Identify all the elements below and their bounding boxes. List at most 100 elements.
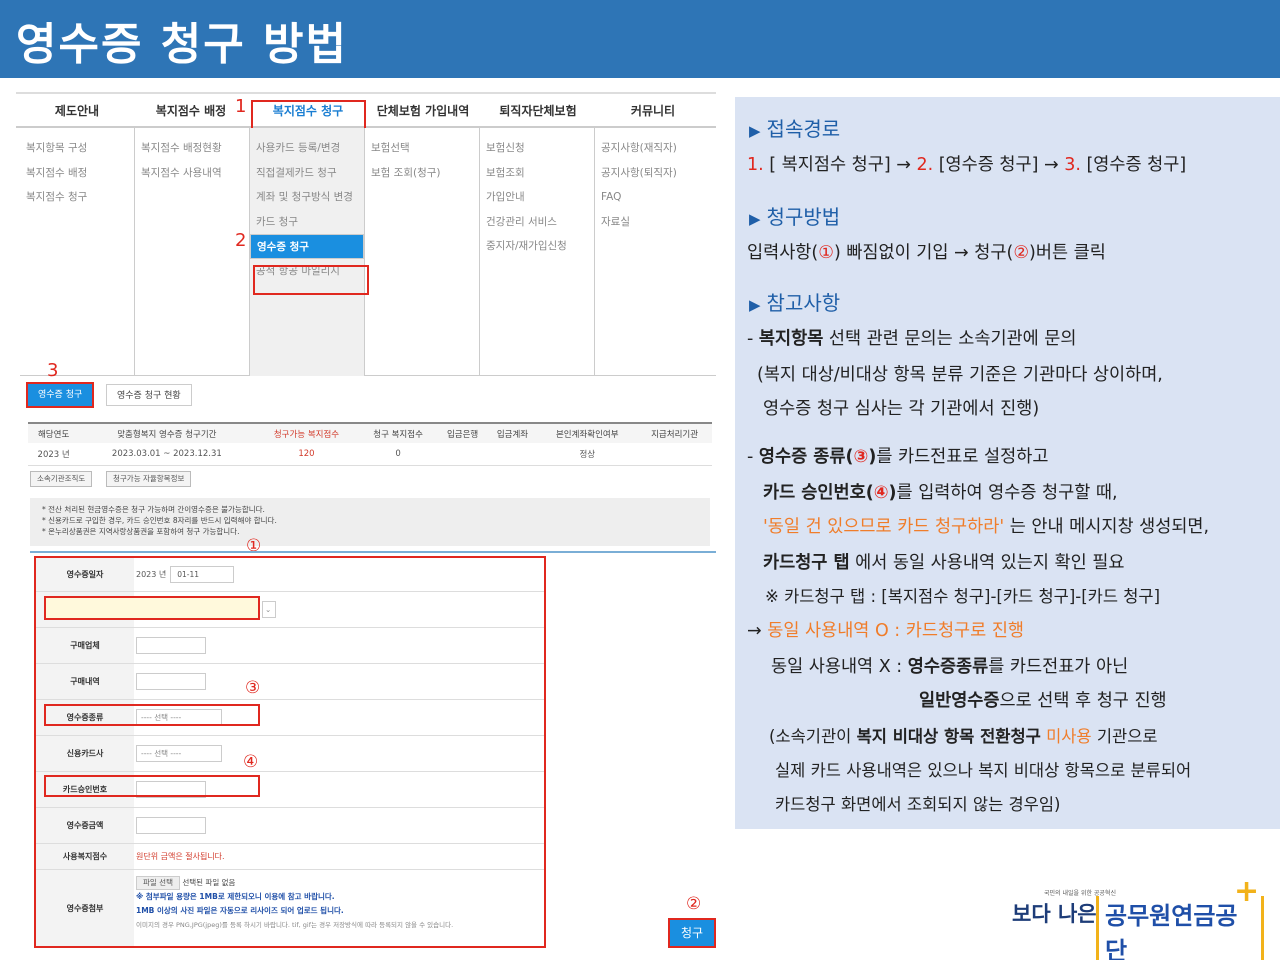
page-title: 영수증 청구 방법 (16, 19, 348, 70)
vendor-input[interactable] (136, 637, 206, 654)
table-cell: 0 (358, 443, 438, 466)
year-text: 2023 년 (136, 570, 167, 579)
column-header: 본인계좌확인여부 (537, 422, 638, 443)
column-header: 청구 복지점수 (358, 422, 438, 443)
step1-highlight (251, 100, 366, 130)
menu-item[interactable]: 복지점수 사용내역 (135, 161, 249, 186)
field-label: 영수증첨부 (36, 870, 134, 946)
field-label: 영수증금액 (36, 808, 134, 843)
access-route: 1. [ 복지점수 청구] → 2. [영수증 청구] → 3. [영수증 청구… (747, 155, 1187, 175)
form-row-date: 영수증일자 2023 년 01-11 (36, 558, 544, 592)
note-line: 카드청구 화면에서 조회되지 않는 경우임) (775, 795, 1061, 814)
file-select-button[interactable]: 파일 선택 (136, 876, 180, 890)
highlight-receipt-type (44, 704, 260, 726)
menu-item[interactable]: 직접결제카드 청구 (250, 161, 364, 186)
card-company-select[interactable]: ---- 선택 ---- (136, 745, 222, 762)
plus-icon: + (1234, 874, 1260, 909)
table-cell: 정상 (537, 443, 638, 466)
table-cell: 2023.03.01 ~ 2023.12.31 (79, 443, 255, 466)
menu-col-group-insurance: 보험선택 보험 조회(청구) (365, 128, 480, 376)
column-header: 입금계좌 (487, 422, 538, 443)
circle-number-4: ④ (243, 752, 259, 772)
highlight-approval (44, 775, 260, 797)
table-row: 2023 년 2023.03.01 ~ 2023.12.31 120 0 정상 (28, 443, 712, 466)
menu-item[interactable]: 복지점수 배정현황 (135, 136, 249, 161)
table-cell: 120 (254, 443, 359, 466)
request-button[interactable]: 청구 (668, 918, 716, 948)
table-cell (437, 443, 488, 466)
triangle-icon: ▶ (749, 210, 761, 228)
date-input[interactable]: 01-11 (170, 566, 235, 583)
menu-item[interactable]: 보험신청 (480, 136, 594, 161)
menu-col-community: 공지사항(재직자) 공지사항(퇴직자) FAQ 자료실 (595, 128, 710, 376)
tab-receipt-claim[interactable]: 영수증 청구 (26, 382, 95, 408)
field-label: 신용카드사 (36, 736, 134, 771)
triangle-icon: ▶ (749, 122, 761, 140)
tab-retiree-insurance[interactable]: 퇴직자단체보험 (481, 102, 595, 119)
top-navigation: 제도안내 복지점수 배정 복지점수 청구 단체보험 가입내역 퇴직자단체보험 커… (16, 92, 716, 130)
notice-box: * 전산 처리된 현금영수증은 청구 가능하며 간이영수증은 불가능합니다. *… (30, 498, 710, 546)
step3-number: 3 (47, 360, 59, 381)
menu-item[interactable]: 자료실 (595, 210, 710, 235)
field-label: 영수증일자 (36, 558, 134, 591)
amount-input[interactable] (136, 817, 206, 834)
mega-menu: 복지항목 구성 복지점수 배정 복지점수 청구 복지점수 배정현황 복지점수 사… (20, 128, 716, 376)
note-line: (소속기관이 복지 비대상 항목 전환청구 미사용 기관으로 (769, 727, 1158, 746)
note-line: 동일 사용내역 X : 영수증종류를 카드전표가 아닌 (771, 657, 1129, 677)
note-line: - 영수증 종류(③)를 카드전표로 설정하고 (747, 447, 1049, 467)
org-chart-button[interactable]: 소속기관조직도 (30, 471, 93, 487)
chevron-down-icon[interactable]: ⌄ (262, 601, 276, 618)
column-header: 입금은행 (437, 422, 488, 443)
circle-number-2: ② (686, 894, 702, 914)
logo-slogan: 보다 나은 (1012, 902, 1097, 926)
attach-field: 파일 선택 선택된 파일 없음 ※ 첨부파일 용량은 1MB로 제한되오니 이용… (136, 876, 453, 932)
menu-item[interactable]: 사용카드 등록/변경 (250, 136, 364, 161)
menu-item-receipt-claim[interactable]: 영수증 청구 (250, 234, 364, 259)
menu-item[interactable]: 중지자/재가입신청 (480, 234, 594, 259)
column-header: 청구가능 복지점수 (254, 422, 359, 443)
tab-receipt-claim-status[interactable]: 영수증 청구 현황 (106, 384, 192, 406)
menu-item[interactable]: 복지항목 구성 (20, 136, 134, 161)
attach-note: 1MB 이상의 사진 파일은 자동으로 리사이즈 되어 업로드 됩니다. (136, 906, 344, 915)
column-header: 맞춤형복지 영수증 청구기간 (79, 422, 255, 443)
detail-input[interactable] (136, 673, 206, 690)
menu-item[interactable]: 공지사항(재직자) (595, 136, 710, 161)
menu-col-retiree-insurance: 보험신청 보험조회 가입안내 건강관리 서비스 중지자/재가입신청 (480, 128, 595, 376)
table-cell (637, 443, 712, 466)
menu-item[interactable]: 건강관리 서비스 (480, 210, 594, 235)
section-heading-method: ▶ 청구방법 (749, 205, 841, 229)
menu-item[interactable]: 가입안내 (480, 185, 594, 210)
circle-number-1: ① (246, 536, 262, 556)
field-label: 사용복지점수 (36, 844, 134, 869)
attach-note: 이미지의 경우 PNG,JPG(jpeg)를 등록 하시기 바랍니다. tif,… (136, 921, 454, 929)
note-line: 영수증 청구 심사는 각 기관에서 진행) (763, 399, 1040, 419)
notice-line: * 온누리상품권은 지역사랑상품권을 포함하여 청구 가능합니다. (42, 527, 240, 536)
note-line: ※ 카드청구 탭 : [복지점수 청구]-[카드 청구]-[카드 청구] (765, 587, 1161, 606)
menu-item[interactable]: 복지점수 청구 (20, 185, 134, 210)
step2-number: 2 (235, 230, 247, 251)
tab-points-allocation[interactable]: 복지점수 배정 (134, 102, 248, 119)
menu-col-claim: 사용카드 등록/변경 직접결제카드 청구 계좌 및 청구방식 변경 카드 청구 … (250, 128, 365, 376)
menu-item[interactable]: 계좌 및 청구방식 변경 (250, 185, 364, 210)
claimable-items-button[interactable]: 청구가능 자율항목정보 (106, 471, 192, 487)
note-line: 카드 승인번호(④)를 입력하여 영수증 청구할 때, (763, 483, 1118, 503)
section-heading-notes: ▶ 참고사항 (749, 291, 841, 315)
menu-item[interactable]: 보험조회 (480, 161, 594, 186)
menu-item[interactable]: 보험 조회(청구) (365, 161, 479, 186)
notice-line: * 전산 처리된 현금영수증은 청구 가능하며 간이영수증은 불가능합니다. (42, 505, 265, 514)
note-line: → 동일 사용내역 O : 카드청구로 진행 (747, 621, 1025, 641)
menu-item[interactable]: 카드 청구 (250, 210, 364, 235)
no-file-text: 선택된 파일 없음 (182, 878, 236, 887)
points-note: 원단위 금액은 절사됩니다. (136, 852, 225, 861)
menu-item[interactable]: 공지사항(퇴직자) (595, 161, 710, 186)
tab-system-info[interactable]: 제도안내 (20, 102, 134, 119)
tab-group-insurance[interactable]: 단체보험 가입내역 (366, 102, 480, 119)
menu-item[interactable]: FAQ (595, 185, 710, 210)
section-heading-access: ▶ 접속경로 (749, 117, 841, 141)
instructions-panel: ▶ 접속경로 1. [ 복지점수 청구] → 2. [영수증 청구] → 3. [… (735, 97, 1280, 829)
menu-item[interactable]: 보험선택 (365, 136, 479, 161)
note-line: (복지 대상/비대상 항목 분류 기준은 기관마다 상이하며, (757, 365, 1163, 385)
menu-item[interactable]: 복지점수 배정 (20, 161, 134, 186)
tab-community[interactable]: 커뮤니티 (596, 102, 710, 119)
menu-col-allocation: 복지점수 배정현황 복지점수 사용내역 (135, 128, 250, 376)
